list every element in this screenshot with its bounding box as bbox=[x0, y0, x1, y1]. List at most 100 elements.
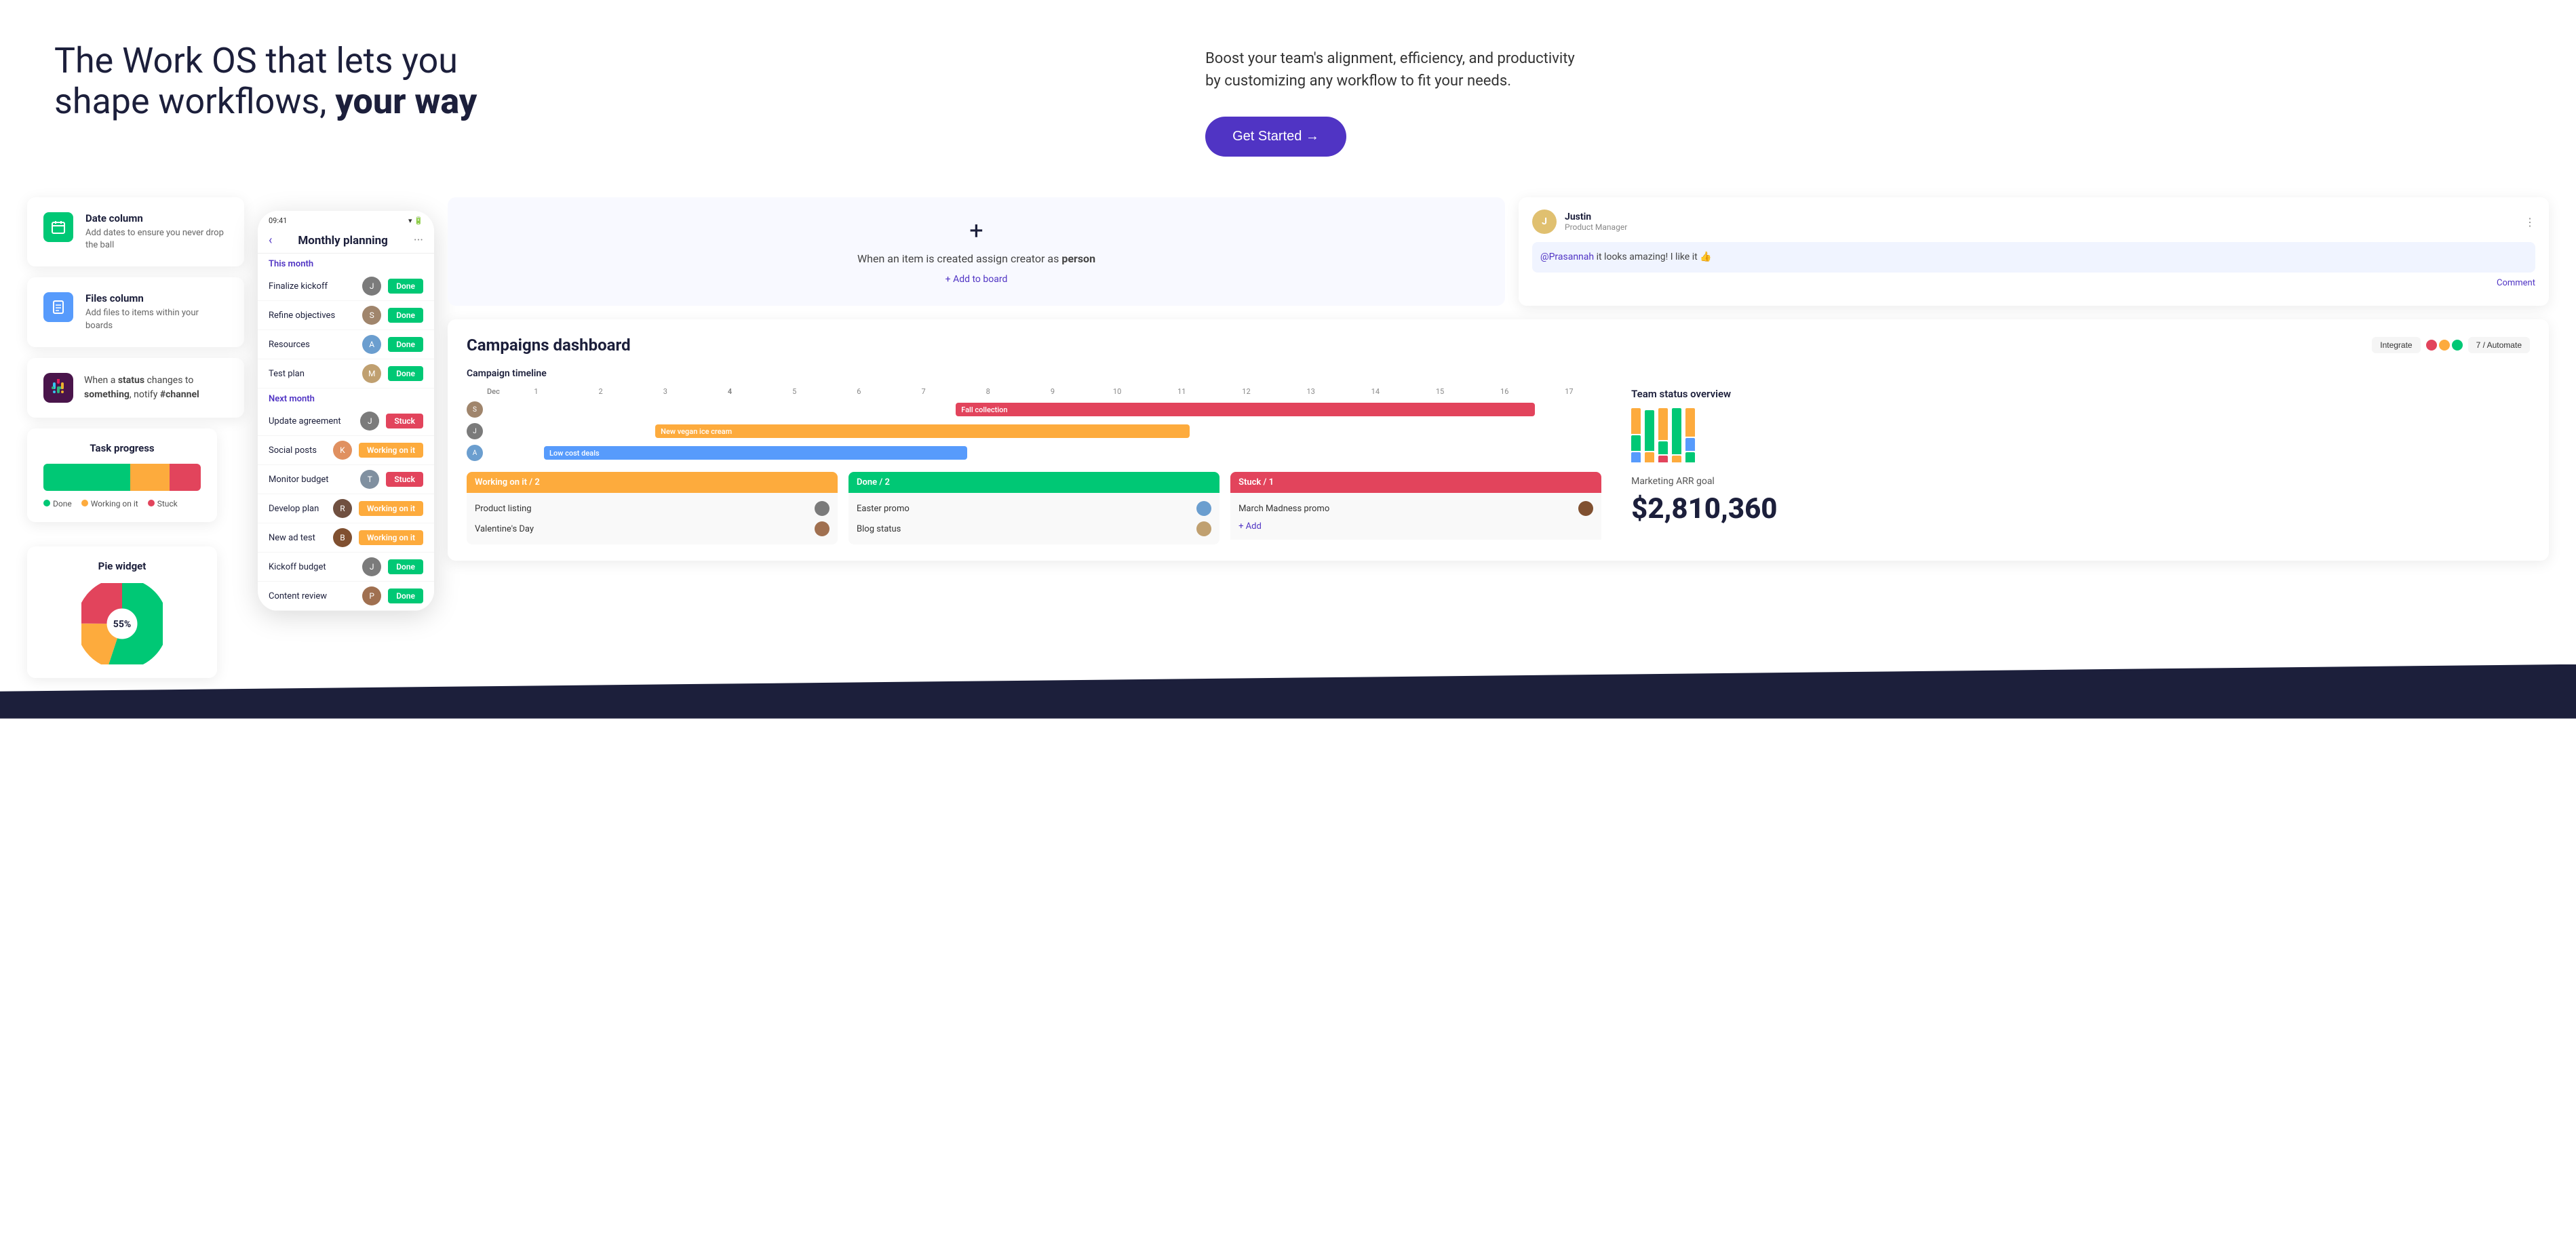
menu-dots[interactable]: ··· bbox=[414, 233, 423, 247]
top-row: + When an item is created assign creator… bbox=[448, 197, 2549, 306]
status-badge: Stuck bbox=[386, 414, 423, 428]
automation-info-text: When an item is created assign creator a… bbox=[857, 251, 1095, 267]
automation-card: When a status changes to something, noti… bbox=[27, 358, 244, 418]
integrate-button[interactable]: Integrate bbox=[2372, 337, 2420, 353]
list-item: Valentine's Day bbox=[475, 519, 830, 539]
dashboard-header: Campaigns dashboard Integrate 7 / Automa… bbox=[467, 336, 2530, 355]
color-dot-red bbox=[2426, 340, 2437, 351]
dashboard-actions: Integrate 7 / Automate bbox=[2372, 337, 2530, 353]
back-button[interactable]: ‹ bbox=[269, 233, 272, 247]
table-row: Update agreement J Stuck bbox=[258, 407, 434, 436]
status-badge: Done bbox=[388, 559, 423, 574]
status-badge: Working on it bbox=[359, 443, 423, 458]
date-column-text: Date column Add dates to ensure you neve… bbox=[85, 212, 228, 252]
timeline-section: Campaign timeline Dec 1 2 3 4 5 6 7 8 9 bbox=[467, 368, 1601, 544]
status-badge: Done bbox=[388, 588, 423, 603]
automate-button[interactable]: 7 / Automate bbox=[2468, 337, 2530, 353]
low-cost-bar: Low cost deals bbox=[544, 446, 967, 460]
task-progress-title: Task progress bbox=[43, 442, 201, 454]
color-dot-orange bbox=[2439, 340, 2450, 351]
automation-text: When a status changes to something, noti… bbox=[84, 374, 228, 402]
progress-bar bbox=[43, 464, 201, 491]
add-to-board-link[interactable]: + Add to board bbox=[945, 274, 1008, 285]
table-row: Refine objectives S Done bbox=[258, 301, 434, 330]
comment-body: @Prasannah it looks amazing! I like it 👍 bbox=[1532, 242, 2535, 273]
table-row: Kickoff budget J Done bbox=[258, 553, 434, 582]
avatar: R bbox=[333, 499, 352, 518]
done-col: Done / 2 Easter promo Blog status bbox=[848, 472, 1219, 544]
status-badge: Done bbox=[388, 366, 423, 381]
campaigns-dashboard: Campaigns dashboard Integrate 7 / Automa… bbox=[448, 319, 2549, 561]
stuck-segment bbox=[170, 464, 201, 491]
arr-value: $2,810,360 bbox=[1631, 492, 2443, 525]
table-row: Social posts K Working on it bbox=[258, 436, 434, 465]
avatar bbox=[815, 501, 830, 516]
working-col-body: Product listing Valentine's Day bbox=[467, 493, 838, 544]
timeline-bar-area: Low cost deals bbox=[488, 446, 1601, 460]
avatar: M bbox=[362, 364, 381, 383]
timeline-bar-area: Fall collection bbox=[488, 403, 1601, 416]
avatar: J bbox=[360, 412, 379, 431]
bar-done4 bbox=[1672, 408, 1681, 454]
arr-label: Marketing ARR goal bbox=[1631, 476, 2443, 487]
task-progress-card: Task progress Done Working on it Stuck bbox=[27, 428, 217, 522]
status-badge: Working on it bbox=[359, 530, 423, 545]
stuck-col-header: Stuck / 1 bbox=[1230, 472, 1601, 493]
bar-working4 bbox=[1672, 456, 1681, 462]
left-panel: Date column Add dates to ensure you neve… bbox=[27, 197, 244, 678]
comment-menu[interactable]: ⋮ bbox=[2524, 216, 2535, 228]
hero-section: The Work OS that lets you shape workflow… bbox=[0, 0, 2576, 184]
plus-icon: + bbox=[969, 218, 983, 243]
timeline-row: S Fall collection bbox=[467, 401, 1601, 418]
table-row: Develop plan R Working on it bbox=[258, 494, 434, 523]
bar-done bbox=[1631, 435, 1641, 452]
dashboard-title: Campaigns dashboard bbox=[467, 336, 631, 355]
files-column-card: Files column Add files to items within y… bbox=[27, 277, 244, 346]
hero-subtitle: Boost your team's alignment, efficiency,… bbox=[1205, 47, 1578, 92]
table-row: Test plan M Done bbox=[258, 359, 434, 388]
avatar: A bbox=[362, 335, 381, 354]
mention-link[interactable]: @Prasannah bbox=[1540, 252, 1594, 262]
bar-working bbox=[1631, 408, 1641, 434]
stuck-col-body: March Madness promo + Add bbox=[1230, 493, 1601, 540]
table-row: Monitor budget T Stuck bbox=[258, 465, 434, 494]
svg-text:55%: 55% bbox=[113, 619, 131, 630]
list-item: Product listing bbox=[475, 498, 830, 519]
done-dot bbox=[43, 500, 50, 506]
color-dot-green bbox=[2452, 340, 2463, 351]
section-next-month: Next month bbox=[258, 388, 434, 407]
bar-done3 bbox=[1658, 441, 1668, 454]
avatar: S bbox=[362, 306, 381, 325]
arr-title: Team status overview bbox=[1631, 388, 2443, 400]
list-item: Blog status bbox=[857, 519, 1211, 539]
list-item: Easter promo bbox=[857, 498, 1211, 519]
get-started-button[interactable]: Get Started → bbox=[1205, 117, 1346, 157]
working-dot bbox=[81, 500, 88, 506]
status-badge: Working on it bbox=[359, 501, 423, 516]
right-panel: + When an item is created assign creator… bbox=[448, 197, 2549, 561]
bar-other5 bbox=[1685, 438, 1695, 451]
status-overview: Working on it / 2 Product listing Valent… bbox=[467, 472, 1601, 544]
phone-panel: 09:41 ▾ 🔋 ‹ Monthly planning ··· This mo… bbox=[258, 211, 434, 611]
avatar bbox=[1196, 521, 1211, 536]
hero-left: The Work OS that lets you shape workflow… bbox=[54, 41, 1165, 142]
slack-icon bbox=[43, 373, 73, 403]
working-col-header: Working on it / 2 bbox=[467, 472, 838, 493]
status-badge: Done bbox=[388, 337, 423, 352]
comment-action-button[interactable]: Comment bbox=[1532, 278, 2535, 288]
pie-title: Pie widget bbox=[43, 560, 201, 572]
list-item: + Add bbox=[1238, 519, 1593, 534]
avatar: K bbox=[333, 441, 352, 460]
pie-container: 55% bbox=[43, 583, 201, 664]
avatar bbox=[1578, 501, 1593, 516]
comment-header: J Justin Product Manager ⋮ bbox=[1532, 210, 2535, 234]
dashboard-content: Campaign timeline Dec 1 2 3 4 5 6 7 8 9 bbox=[467, 368, 2530, 544]
avatar: B bbox=[333, 528, 352, 547]
automation-info-card: + When an item is created assign creator… bbox=[448, 197, 1505, 306]
table-row: Finalize kickoff J Done bbox=[258, 272, 434, 301]
timeline-row: A Low cost deals bbox=[467, 445, 1601, 461]
timeline-row: J New vegan ice cream bbox=[467, 423, 1601, 439]
vegan-bar: New vegan ice cream bbox=[655, 424, 1190, 438]
commenter-avatar: J bbox=[1532, 210, 1557, 234]
hero-title: The Work OS that lets you shape workflow… bbox=[54, 41, 1165, 122]
